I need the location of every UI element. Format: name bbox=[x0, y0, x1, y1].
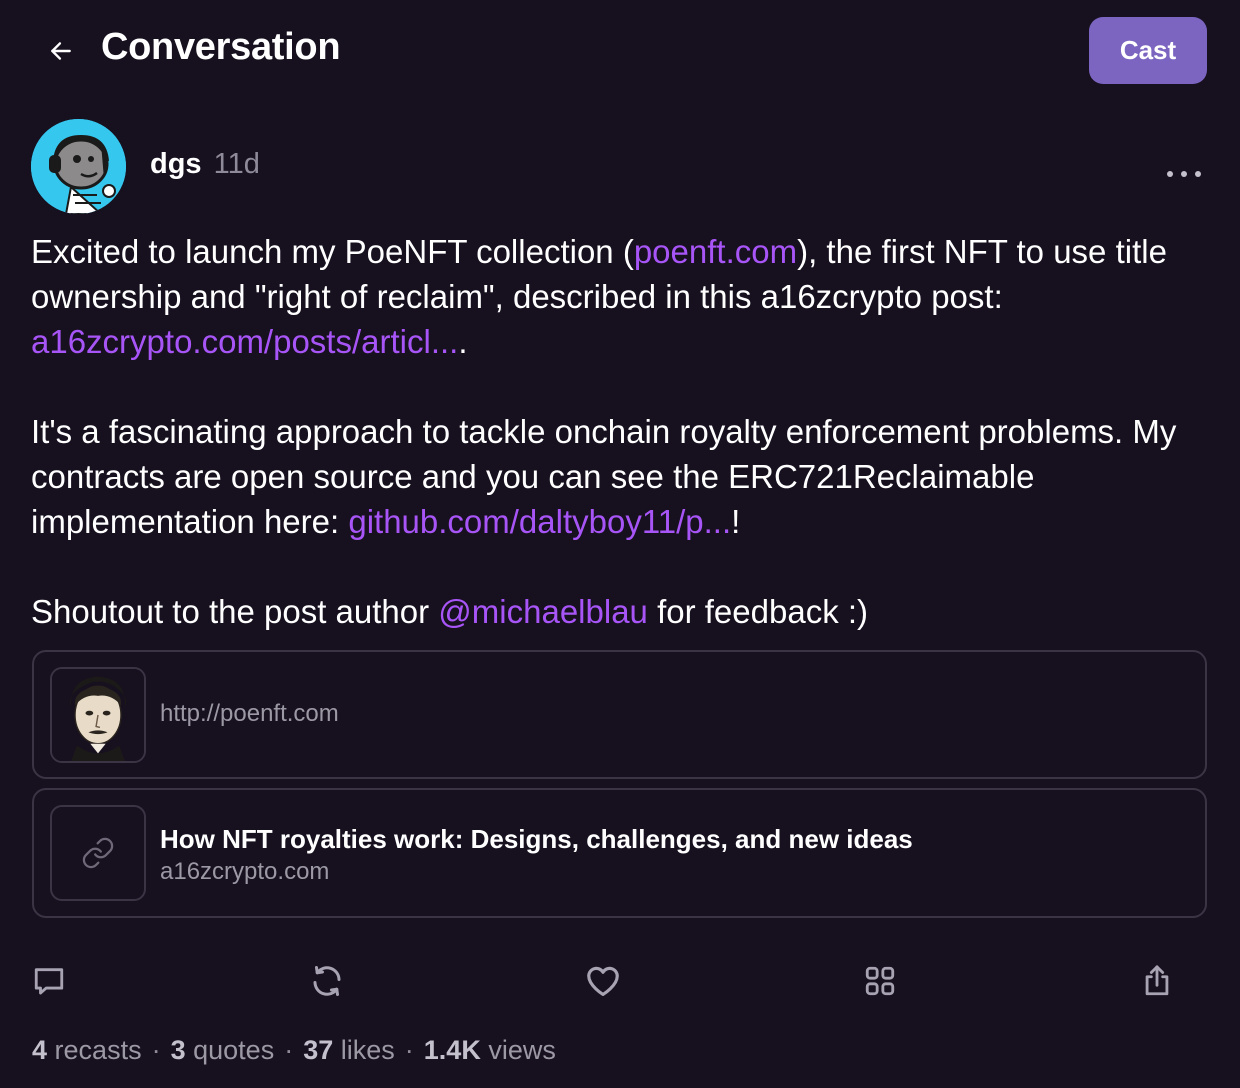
conversation-page: Conversation Cast dgs 11d Excited to lau… bbox=[0, 0, 1240, 1088]
back-button[interactable] bbox=[44, 34, 78, 68]
github-link[interactable]: github.com/daltyboy11/p... bbox=[348, 503, 731, 540]
likes-label: likes bbox=[340, 1035, 395, 1065]
post-text: for feedback :) bbox=[647, 593, 869, 630]
separator: · bbox=[284, 1035, 294, 1065]
quotes-label: quotes bbox=[193, 1035, 275, 1065]
views-count: 1.4K bbox=[423, 1035, 481, 1065]
link-icon bbox=[82, 837, 114, 869]
share-icon bbox=[1145, 965, 1169, 996]
cast-button[interactable]: Cast bbox=[1089, 17, 1207, 84]
embed-domain: a16zcrypto.com bbox=[160, 858, 330, 885]
recast-icon bbox=[313, 966, 341, 996]
timestamp: 11d bbox=[213, 148, 260, 180]
post-paragraph: It's a fascinating approach to tackle on… bbox=[31, 409, 1211, 544]
poenft-link[interactable]: poenft.com bbox=[634, 233, 797, 270]
likes-count: 37 bbox=[303, 1035, 334, 1065]
a16z-article-link[interactable]: a16zcrypto.com/posts/articl... bbox=[31, 323, 458, 360]
action-bar bbox=[0, 955, 1240, 1007]
recasts-label: recasts bbox=[54, 1035, 142, 1065]
heart-icon bbox=[587, 966, 619, 997]
separator: · bbox=[151, 1035, 161, 1065]
more-options-button[interactable] bbox=[1162, 160, 1206, 188]
embed-url: http://poenft.com bbox=[160, 700, 339, 727]
quote-grid-button[interactable] bbox=[856, 955, 904, 1007]
arrow-left-icon bbox=[51, 42, 71, 60]
recasts-stat[interactable]: 4 recasts bbox=[32, 1035, 142, 1065]
author-name[interactable]: dgs bbox=[150, 148, 202, 180]
page-title: Conversation bbox=[101, 26, 341, 68]
quotes-stat[interactable]: 3 quotes bbox=[171, 1035, 275, 1065]
post-stats: 4 recasts · 3 quotes · 37 likes · 1.4K views bbox=[32, 1035, 556, 1066]
post-text: Shoutout to the post author bbox=[31, 593, 439, 630]
grid-icon bbox=[865, 966, 895, 996]
avatar[interactable] bbox=[31, 119, 126, 214]
post-paragraph: Excited to launch my PoeNFT collection (… bbox=[31, 229, 1211, 364]
header: Conversation Cast bbox=[0, 0, 1240, 100]
post-text: ! bbox=[731, 503, 741, 540]
recast-button[interactable] bbox=[303, 955, 351, 1007]
author-line: dgs 11d bbox=[150, 148, 260, 181]
comment-icon bbox=[34, 968, 64, 995]
mention-michaelblau[interactable]: @michaelblau bbox=[438, 593, 648, 630]
separator: · bbox=[404, 1035, 414, 1065]
post-text: . bbox=[458, 323, 468, 360]
avatar-image bbox=[31, 119, 126, 214]
post-body: Excited to launch my PoeNFT collection (… bbox=[31, 229, 1211, 634]
share-button[interactable] bbox=[1133, 955, 1181, 1007]
quotes-count: 3 bbox=[170, 1035, 186, 1065]
link-embed-article[interactable]: How NFT royalties work: Designs, challen… bbox=[32, 788, 1207, 918]
likes-stat[interactable]: 37 likes bbox=[303, 1035, 395, 1065]
post-paragraph: Shoutout to the post author @michaelblau… bbox=[31, 589, 1211, 634]
reply-button[interactable] bbox=[25, 955, 73, 1007]
embed-thumbnail bbox=[50, 667, 146, 763]
like-button[interactable] bbox=[579, 955, 627, 1007]
recasts-count: 4 bbox=[32, 1035, 48, 1065]
post-text: Excited to launch my PoeNFT collection ( bbox=[31, 233, 634, 270]
poe-portrait-image bbox=[52, 669, 144, 761]
embed-title: How NFT royalties work: Designs, challen… bbox=[160, 824, 913, 854]
views-label: views bbox=[488, 1035, 556, 1065]
embed-thumbnail bbox=[50, 805, 146, 901]
views-stat: 1.4K views bbox=[424, 1035, 556, 1065]
link-embed-poenft[interactable]: http://poenft.com bbox=[32, 650, 1207, 779]
more-horizontal-icon bbox=[1167, 171, 1201, 177]
